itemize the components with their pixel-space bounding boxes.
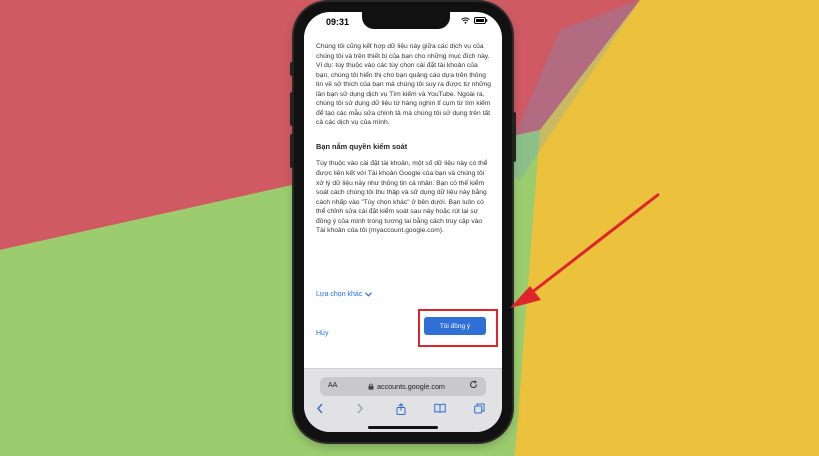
red-arrow-annotation [510, 192, 660, 308]
